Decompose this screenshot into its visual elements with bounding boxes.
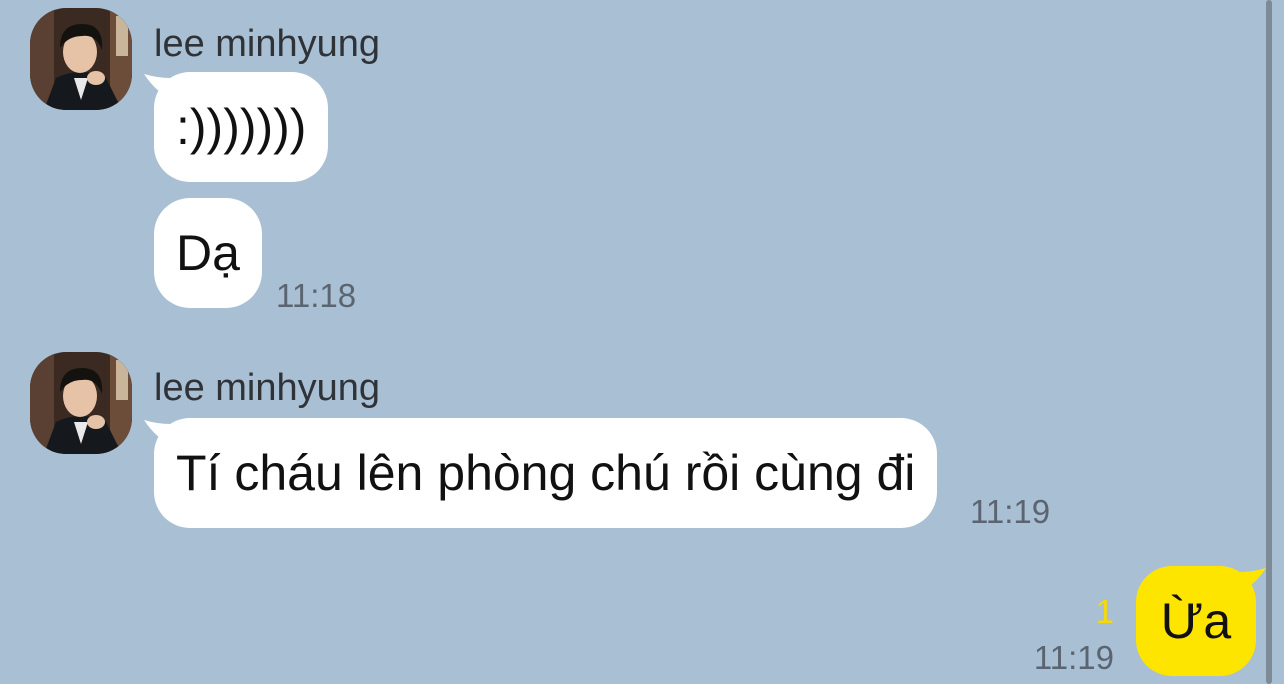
sender-name: lee minhyung (154, 367, 381, 409)
message-bubble[interactable]: Dạ (154, 198, 262, 308)
avatar[interactable] (30, 8, 132, 110)
message-bubble-outgoing[interactable]: Ừa (1136, 566, 1256, 676)
profile-photo-icon (30, 8, 132, 110)
unread-count: 1 (1095, 593, 1114, 630)
sender-name: lee minhyung (154, 23, 381, 65)
message-time: 11:19 (970, 493, 1051, 530)
message-bubble[interactable]: :))))))) (154, 72, 329, 182)
avatar[interactable] (30, 352, 132, 454)
profile-photo-icon (30, 352, 132, 454)
message-time: 11:18 (276, 277, 357, 314)
message-bubble[interactable]: Tí cháu lên phòng chú rồi cùng đi (154, 418, 938, 528)
scrollbar[interactable] (1266, 0, 1272, 684)
chat-area[interactable]: lee minhyung :))))))) Dạ 11:18 lee minhy… (0, 0, 1284, 684)
bubble-tail (1240, 568, 1266, 592)
message-time: 11:19 (1033, 639, 1114, 676)
